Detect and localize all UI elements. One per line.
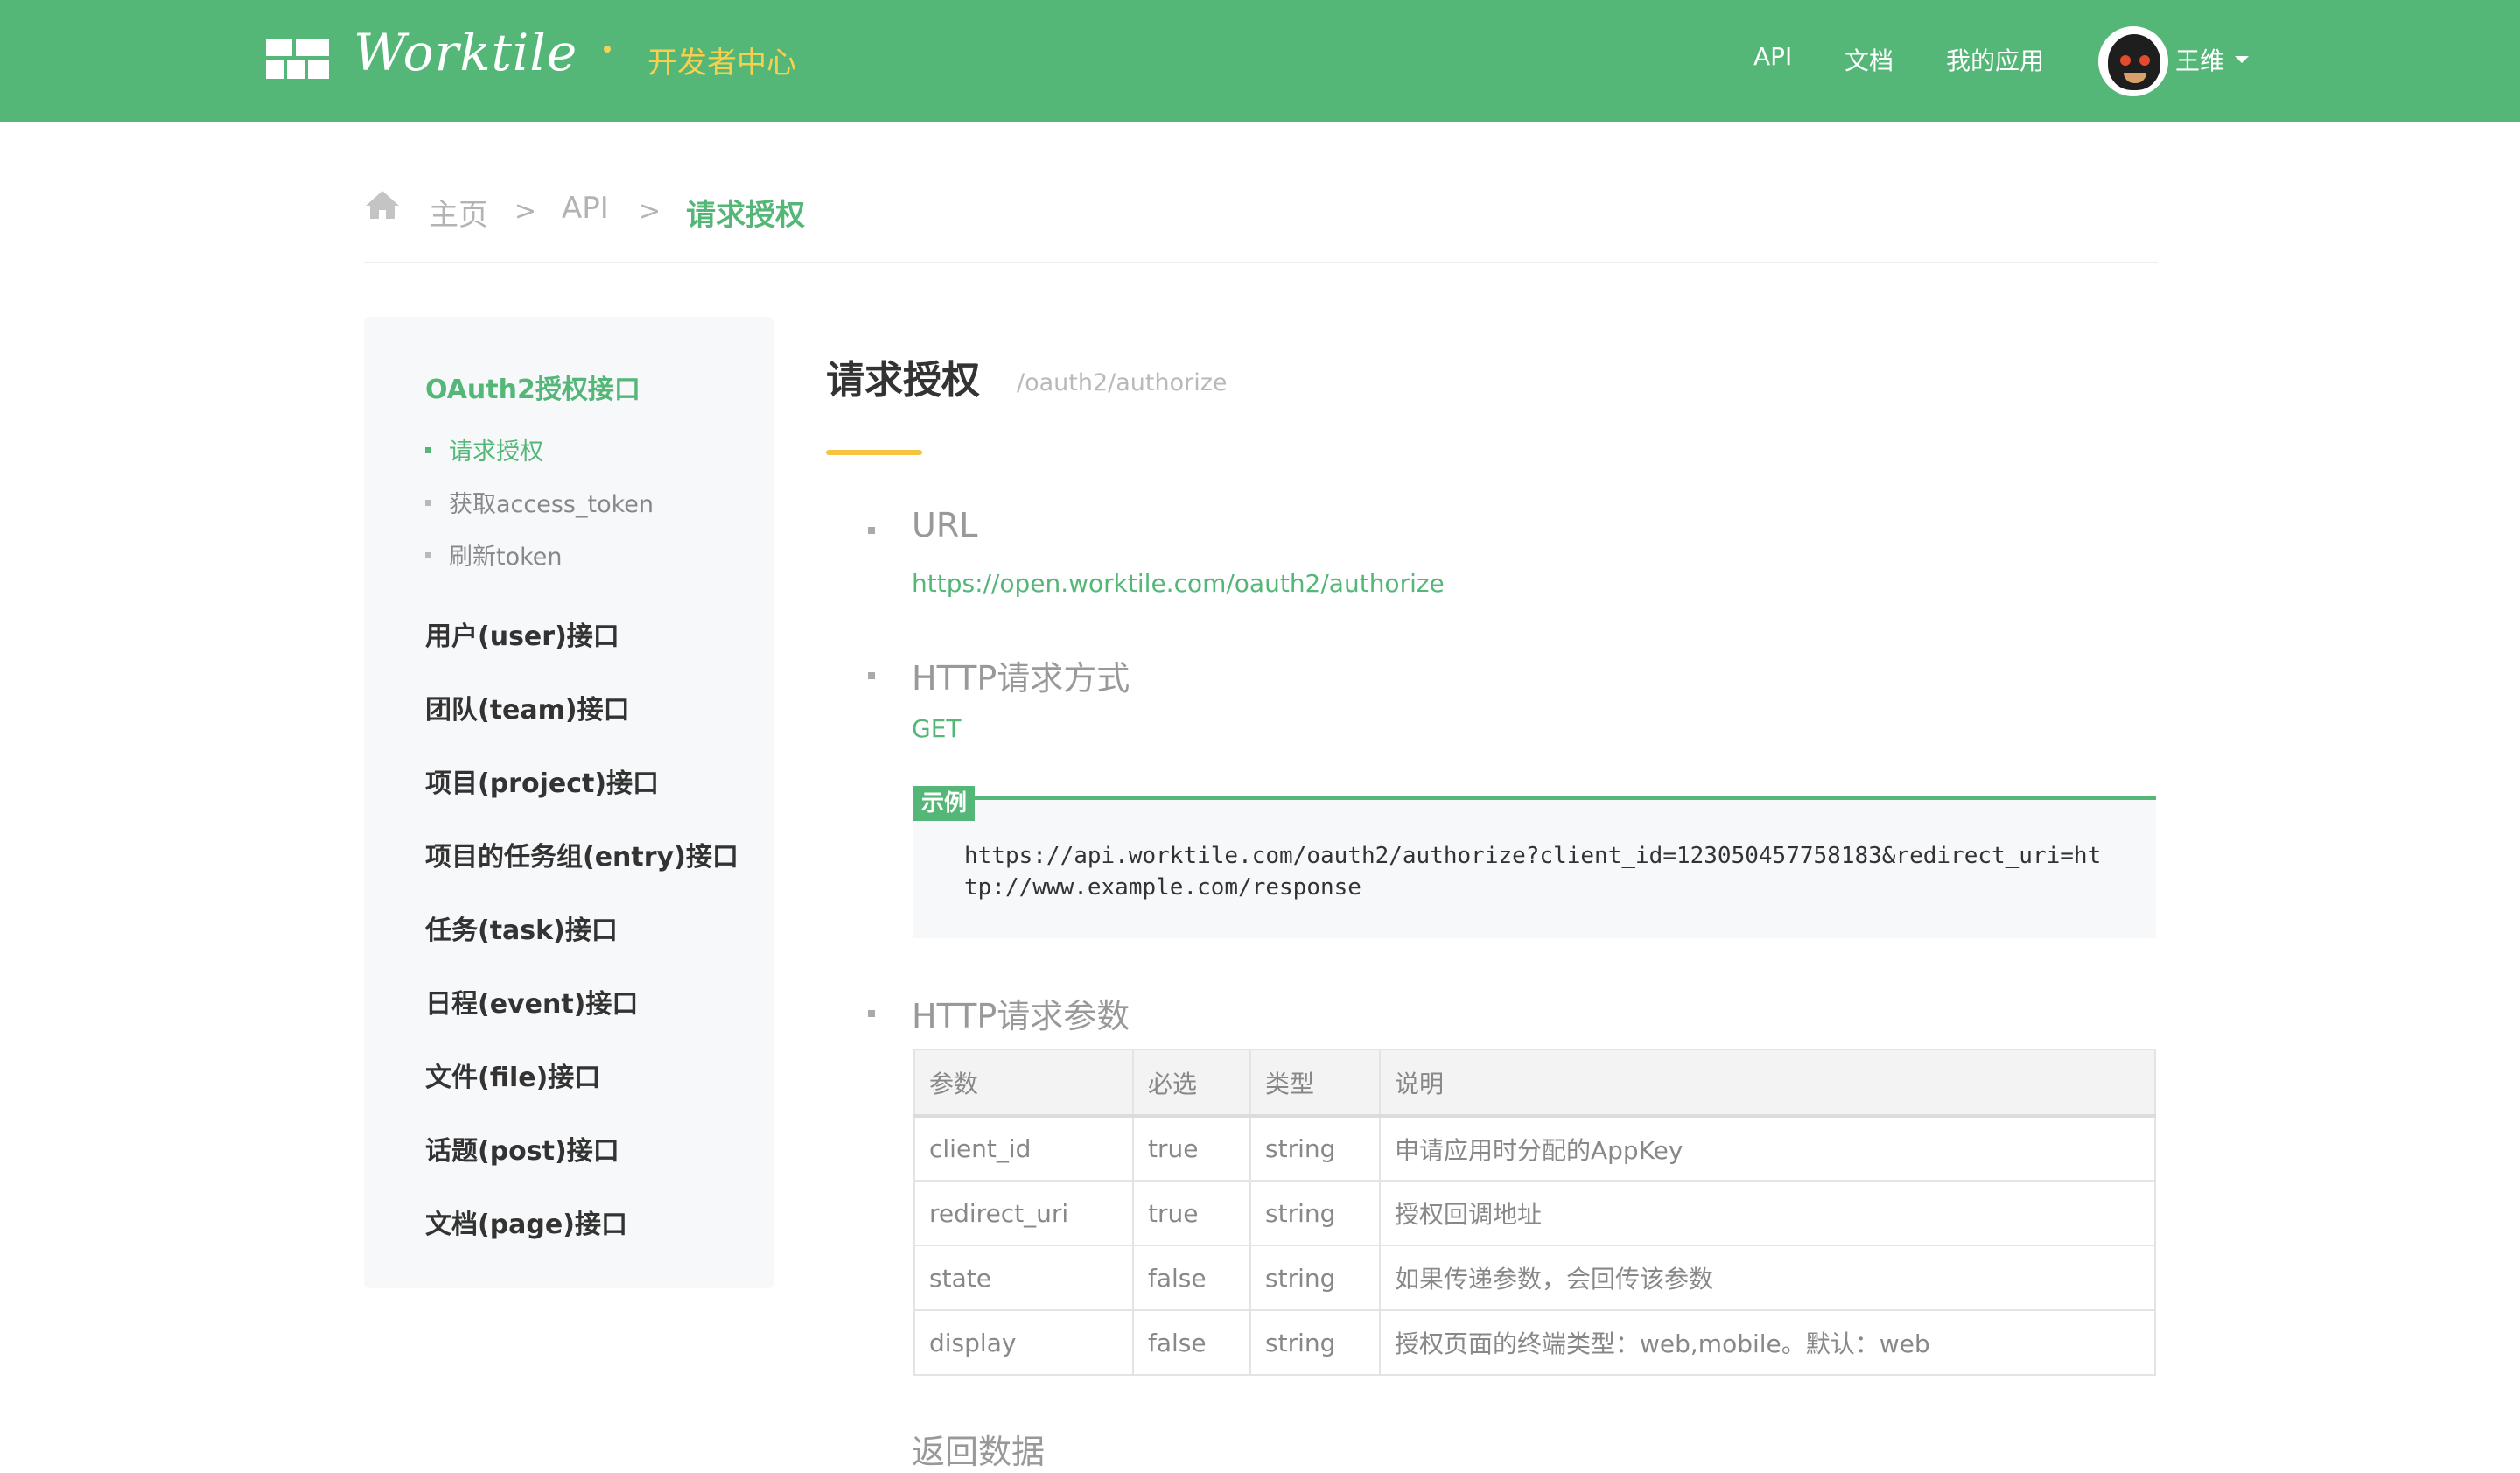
table-header-row: 参数 必选 类型 说明 <box>914 1049 2156 1118</box>
sidebar-group-page[interactable]: 文档(page)接口 <box>425 1203 627 1241</box>
bullet-icon <box>868 527 875 534</box>
table-cell: 授权页面的终端类型：web,mobile。默认：web <box>1379 1309 2156 1376</box>
nav-link-api[interactable]: API <box>1754 42 1792 71</box>
params-table: 参数 必选 类型 说明 client_id true string 申请应用时分… <box>914 1049 2156 1376</box>
table-cell: false <box>1132 1245 1251 1311</box>
table-header-required: 必选 <box>1132 1049 1251 1118</box>
chevron-down-icon[interactable] <box>2235 56 2249 63</box>
bullet-icon <box>425 447 431 453</box>
breadcrumb-separator: > <box>514 196 537 227</box>
sidebar-group-oauth2[interactable]: OAuth2授权接口 <box>425 368 640 406</box>
breadcrumb-api[interactable]: API <box>562 191 609 226</box>
bullet-icon <box>868 1010 875 1017</box>
sidebar-group-file[interactable]: 文件(file)接口 <box>425 1056 600 1094</box>
sidebar-item-label: 请求授权 <box>449 438 543 466</box>
breadcrumb-separator: > <box>639 196 662 227</box>
breadcrumb-divider <box>364 262 2158 263</box>
sidebar-group-event[interactable]: 日程(event)接口 <box>425 982 638 1021</box>
user-name-menu[interactable]: 王维 <box>2175 42 2224 77</box>
url-link[interactable]: https://open.worktile.com/oauth2/authori… <box>912 569 1445 598</box>
table-cell: string <box>1250 1180 1381 1246</box>
sidebar-item-refresh-token[interactable]: 刷新token <box>425 537 563 572</box>
example-label: 示例 <box>914 786 975 821</box>
sidebar-group-post[interactable]: 话题(post)接口 <box>425 1129 620 1168</box>
table-cell: 申请应用时分配的AppKey <box>1379 1115 2156 1182</box>
example-code: https://api.worktile.com/oauth2/authoriz… <box>964 843 2102 901</box>
sidebar-item-get-access-token[interactable]: 获取access_token <box>425 485 654 519</box>
nav-link-my-apps[interactable]: 我的应用 <box>1946 42 2044 77</box>
logo-wordmark[interactable]: Worktile <box>354 23 578 82</box>
table-header-type: 类型 <box>1250 1049 1381 1118</box>
title-underline <box>826 450 922 455</box>
table-cell: string <box>1250 1245 1381 1311</box>
table-cell: false <box>1132 1309 1251 1376</box>
sidebar-group-task[interactable]: 任务(task)接口 <box>425 908 618 947</box>
table-header-param: 参数 <box>914 1049 1134 1118</box>
section-title-url: URL <box>912 506 978 544</box>
section-title-method: HTTP请求方式 <box>912 659 1130 698</box>
worktile-logo-icon[interactable] <box>266 39 329 79</box>
table-cell: state <box>914 1245 1134 1311</box>
table-cell: display <box>914 1309 1134 1376</box>
sidebar-group-project[interactable]: 项目(project)接口 <box>425 761 659 800</box>
breadcrumb: 主页 > API > 请求授权 <box>364 184 2158 236</box>
sidebar-item-request-authorize[interactable]: 请求授权 <box>425 432 543 466</box>
http-method-value: GET <box>912 714 962 743</box>
api-sidebar: OAuth2授权接口 请求授权 获取access_token 刷新token 用… <box>364 317 774 1288</box>
bullet-icon <box>425 500 431 506</box>
breadcrumb-current: 请求授权 <box>686 198 805 233</box>
table-cell: true <box>1132 1180 1251 1246</box>
section-title-params: HTTP请求参数 <box>912 997 1130 1035</box>
page-title: 请求授权 <box>826 358 980 403</box>
home-icon[interactable] <box>364 189 401 221</box>
table-cell: redirect_uri <box>914 1180 1134 1246</box>
table-row: redirect_uri true string 授权回调地址 <box>914 1180 2156 1246</box>
table-row: client_id true string 申请应用时分配的AppKey <box>914 1115 2156 1182</box>
table-cell: string <box>1250 1309 1381 1376</box>
table-row: state false string 如果传递参数，会回传该参数 <box>914 1245 2156 1311</box>
breadcrumb-home[interactable]: 主页 <box>429 191 488 234</box>
bullet-icon <box>425 552 431 558</box>
bullet-icon <box>868 672 875 679</box>
sidebar-item-label: 刷新token <box>449 544 563 571</box>
sidebar-group-entry[interactable]: 项目的任务组(entry)接口 <box>425 835 738 873</box>
section-title-return: 返回数据 <box>912 1433 1046 1471</box>
top-header: Worktile 开发者中心 API 文档 我的应用 王维 <box>0 0 2520 122</box>
table-header-description: 说明 <box>1379 1049 2156 1118</box>
table-cell: 授权回调地址 <box>1379 1180 2156 1246</box>
user-avatar[interactable] <box>2098 26 2168 96</box>
endpoint-path: /oauth2/authorize <box>1017 369 1228 396</box>
sidebar-group-team[interactable]: 团队(team)接口 <box>425 688 630 726</box>
table-row: display false string 授权页面的终端类型：web,mobil… <box>914 1309 2156 1376</box>
example-code-block: https://api.worktile.com/oauth2/authoriz… <box>914 800 2156 938</box>
developer-center-title[interactable]: 开发者中心 <box>648 39 796 81</box>
sidebar-item-label: 获取access_token <box>449 491 654 518</box>
nav-link-docs[interactable]: 文档 <box>1844 42 1894 77</box>
logo-separator-dot <box>604 46 611 53</box>
table-cell: true <box>1132 1115 1251 1182</box>
table-cell: string <box>1250 1115 1381 1182</box>
table-cell: client_id <box>914 1115 1134 1182</box>
sidebar-group-user[interactable]: 用户(user)接口 <box>425 614 620 653</box>
table-cell: 如果传递参数，会回传该参数 <box>1379 1245 2156 1311</box>
